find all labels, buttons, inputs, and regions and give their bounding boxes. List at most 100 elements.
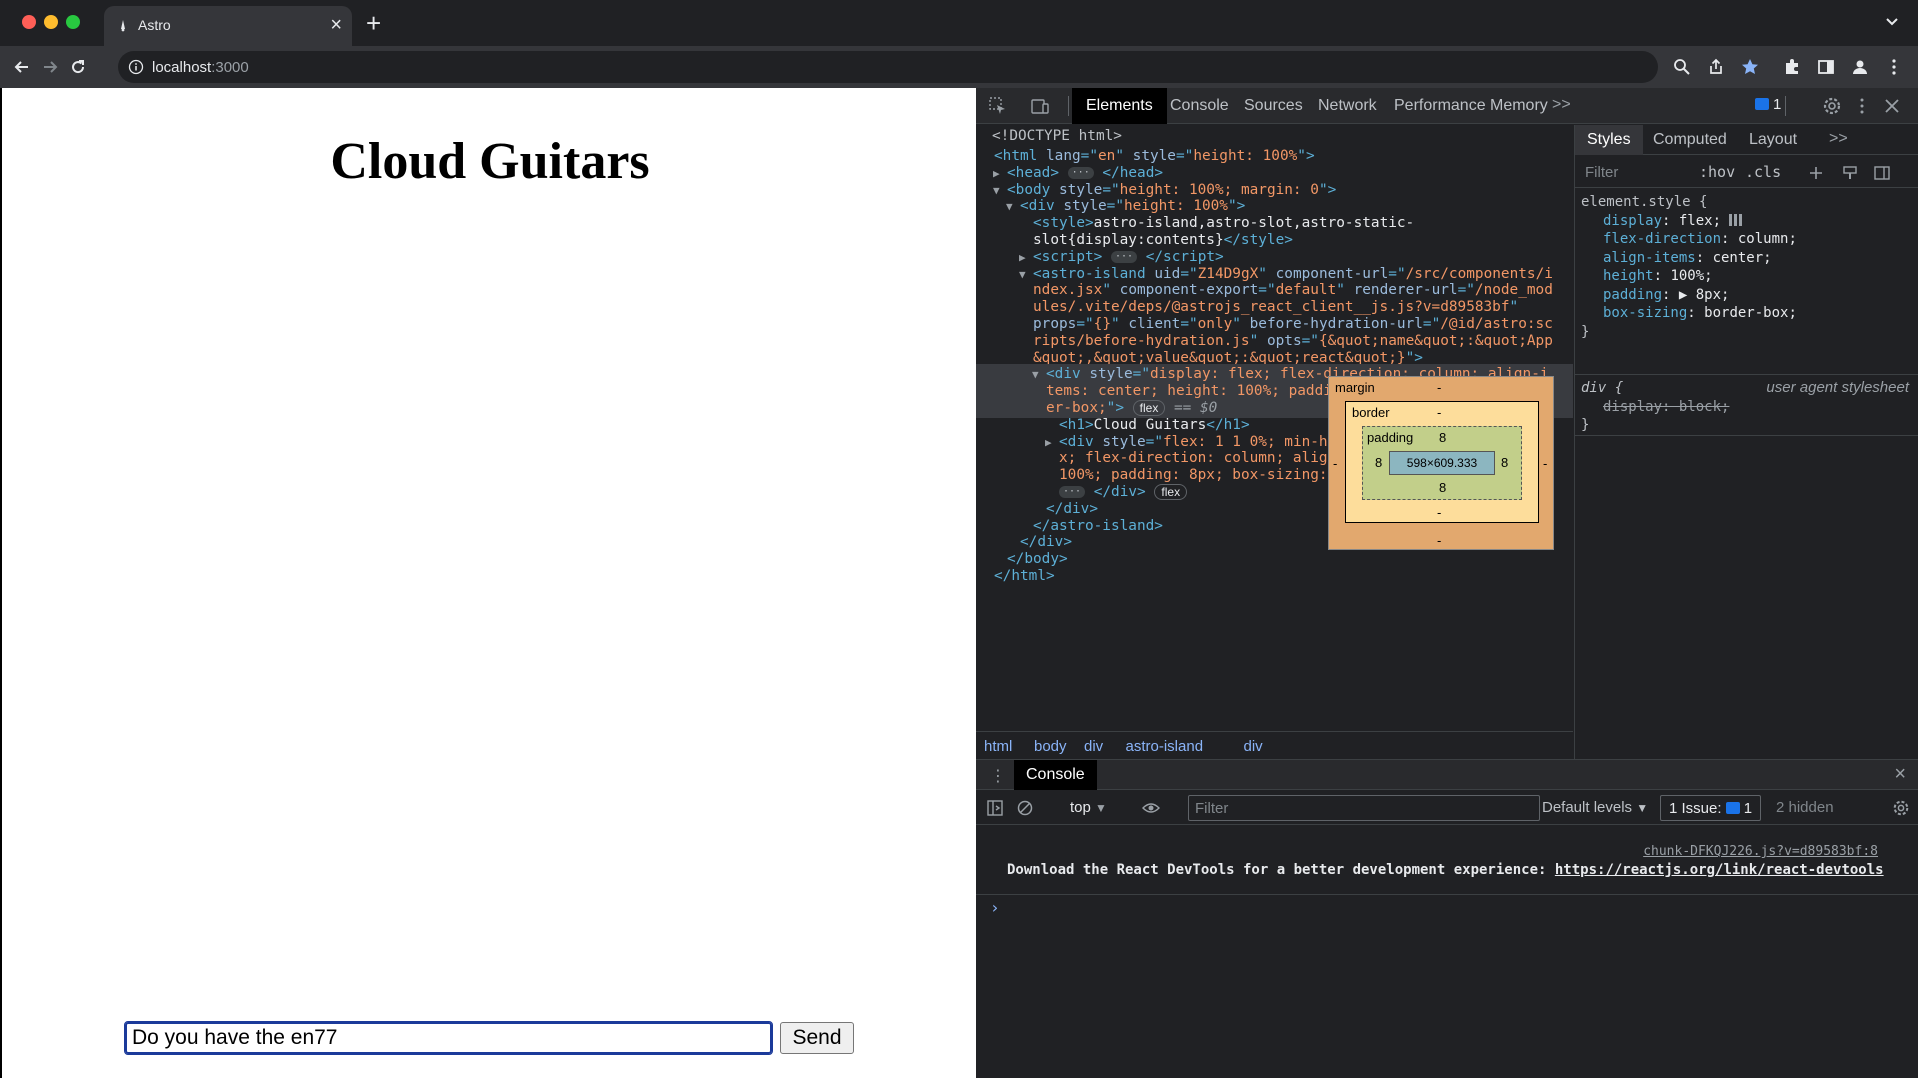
hover-state-toggle[interactable]: :hov (1699, 163, 1735, 181)
dom-node-line[interactable]: </html> (976, 566, 1573, 586)
new-tab-button[interactable]: + (366, 8, 381, 38)
astro-logo-icon (121, 20, 125, 32)
dom-node-markup: <script> ··· </script> (1033, 248, 1224, 265)
chat-message-input[interactable] (124, 1021, 773, 1055)
breadcrumb-item-body[interactable]: body (1034, 738, 1067, 755)
dom-node-markup: </html> (994, 568, 1055, 584)
padding-left-value: 8 (1375, 455, 1383, 470)
tab-title: Astro (138, 17, 171, 33)
flexbox-editor-icon[interactable] (1729, 213, 1744, 226)
tab-search-chevron-icon[interactable] (1884, 13, 1900, 29)
breadcrumb-item-astro-island[interactable]: astro-island (1126, 738, 1204, 755)
maximize-window-button[interactable] (66, 15, 80, 29)
share-icon[interactable] (1706, 57, 1726, 77)
devtools-panel: Elements Console Sources Network Perform… (976, 88, 1918, 1078)
more-style-tabs-button[interactable]: >> (1829, 130, 1848, 148)
element-style-rule[interactable]: element.style { display: flex; flex-direc… (1581, 193, 1915, 341)
close-tab-icon[interactable]: × (330, 13, 342, 37)
react-devtools-link[interactable]: https://reactjs.org/link/react-devtools (1555, 862, 1884, 878)
extensions-icon[interactable] (1782, 57, 1802, 77)
devtools-menu-icon[interactable] (1852, 96, 1872, 116)
console-settings-gear-icon[interactable] (1892, 799, 1910, 817)
dom-node-markup: ndex.jsx" component-export="default" ren… (1033, 282, 1553, 299)
bookmark-star-icon[interactable] (1740, 57, 1760, 77)
add-rule-icon[interactable] (1807, 164, 1825, 182)
breadcrumb-item-div[interactable]: div (1244, 738, 1263, 755)
paint-brush-icon[interactable] (1841, 164, 1859, 182)
margin-right-value: - (1543, 456, 1548, 471)
breadcrumb-item-div[interactable]: div (1084, 738, 1103, 755)
drawer-tab-console[interactable]: Console (1014, 760, 1097, 790)
toggle-sidebar-icon[interactable] (1873, 164, 1891, 182)
inspect-element-icon[interactable] (988, 96, 1008, 116)
side-panel-icon[interactable] (1816, 57, 1836, 77)
console-issues-button[interactable]: 1 Issue: 1 (1660, 795, 1762, 821)
back-icon[interactable] (12, 57, 32, 77)
address-bar[interactable]: localhost:3000 (118, 51, 1658, 83)
padding-bottom-value: 8 (1439, 480, 1447, 495)
forward-icon[interactable] (40, 57, 60, 77)
tab-styles[interactable]: Styles (1575, 125, 1643, 155)
send-button[interactable]: Send (780, 1022, 854, 1054)
border-bottom-value: - (1437, 505, 1442, 520)
minimize-window-button[interactable] (44, 15, 58, 29)
tab-elements[interactable]: Elements (1072, 88, 1167, 124)
class-toggle[interactable]: .cls (1745, 163, 1781, 181)
style-property-height[interactable]: height: 100%; (1581, 267, 1915, 286)
box-model-border: border - - padding 8 8 8 8 598×609.333 (1345, 401, 1539, 523)
reload-icon[interactable] (68, 57, 88, 77)
margin-label: margin (1335, 380, 1375, 395)
device-toolbar-icon[interactable] (1030, 96, 1050, 116)
dom-node-markup: <astro-island uid="Z14D9gX" component-ur… (1033, 265, 1553, 282)
styles-pane: Styles Computed Layout >> Filter :hov .c… (1574, 125, 1918, 759)
tab-computed[interactable]: Computed (1641, 125, 1739, 155)
browser-tab-astro[interactable]: Astro × (104, 6, 352, 46)
drawer-menu-icon[interactable]: ⋮ (990, 766, 1006, 786)
style-property-box-sizing[interactable]: box-sizing: border-box; (1581, 304, 1915, 323)
console-message-source-link[interactable]: chunk-DFKQJ226.js?v=d89583bf:8 (1643, 844, 1878, 859)
more-tabs-button[interactable]: >> (1552, 96, 1571, 114)
context-selector[interactable]: top ▼ (1070, 799, 1107, 816)
styles-filter-input[interactable]: Filter (1585, 164, 1618, 181)
tab-memory[interactable]: Memory (1476, 88, 1562, 124)
console-sidebar-icon[interactable] (986, 799, 1004, 817)
zoom-icon[interactable] (1672, 57, 1692, 77)
close-window-button[interactable] (22, 15, 36, 29)
close-devtools-icon[interactable] (1882, 96, 1902, 116)
log-levels-dropdown[interactable]: Default levels ▼ (1542, 799, 1648, 816)
breadcrumb-item-html[interactable]: html (984, 738, 1012, 755)
style-property-flex-direction[interactable]: flex-direction: column; (1581, 230, 1915, 249)
live-expression-eye-icon[interactable] (1142, 799, 1160, 817)
close-drawer-icon[interactable]: × (1894, 763, 1906, 786)
settings-gear-icon[interactable] (1822, 96, 1842, 116)
browser-toolbar: localhost:3000 (0, 46, 1918, 88)
console-prompt[interactable]: › (990, 898, 1000, 917)
page-title: Cloud Guitars (330, 133, 650, 190)
dom-node-markup: <html lang="en" style="height: 100%"> (994, 148, 1315, 164)
ua-close-brace: } (1581, 417, 1590, 433)
hidden-messages-count: 2 hidden (1776, 799, 1834, 816)
dom-node-doctype[interactable]: <!DOCTYPE html> (976, 126, 1573, 146)
profile-icon[interactable] (1850, 57, 1870, 77)
console-filter-input[interactable]: Filter (1188, 795, 1540, 821)
clear-console-icon[interactable] (1016, 799, 1034, 817)
dom-node-markup: &quot;,&quot;value&quot;:&quot;react&quo… (1033, 349, 1423, 366)
site-info-icon[interactable] (128, 59, 144, 75)
dom-node-markup: </div> (1020, 534, 1072, 551)
element-style-close-brace: } (1581, 323, 1590, 340)
style-property-align-items[interactable]: align-items: center; (1581, 249, 1915, 268)
console-message: Download the React DevTools for a better… (1007, 862, 1884, 878)
web-page-viewport: Cloud Guitars Send (0, 88, 976, 1078)
dom-node-markup: ripts/before-hydration.js" opts="{&quot;… (1033, 332, 1553, 349)
tab-layout[interactable]: Layout (1737, 125, 1809, 155)
style-property-display[interactable]: display: flex; (1581, 212, 1915, 231)
style-property-padding[interactable]: padding: ▶ 8px; (1581, 286, 1915, 305)
browser-tab-bar: Astro × + (0, 0, 1918, 46)
styles-tab-bar: Styles Computed Layout >> (1575, 125, 1918, 155)
dom-node-markup: </body> (1007, 551, 1068, 568)
tab-network[interactable]: Network (1304, 88, 1391, 124)
browser-menu-icon[interactable] (1884, 57, 1904, 77)
issues-badge[interactable]: 1 (1755, 96, 1781, 113)
dom-node-markup: <h1>Cloud Guitars</h1> (1059, 416, 1250, 433)
console-toolbar: top ▼ Filter Default levels ▼ 1 Issue: 1… (976, 791, 1918, 825)
